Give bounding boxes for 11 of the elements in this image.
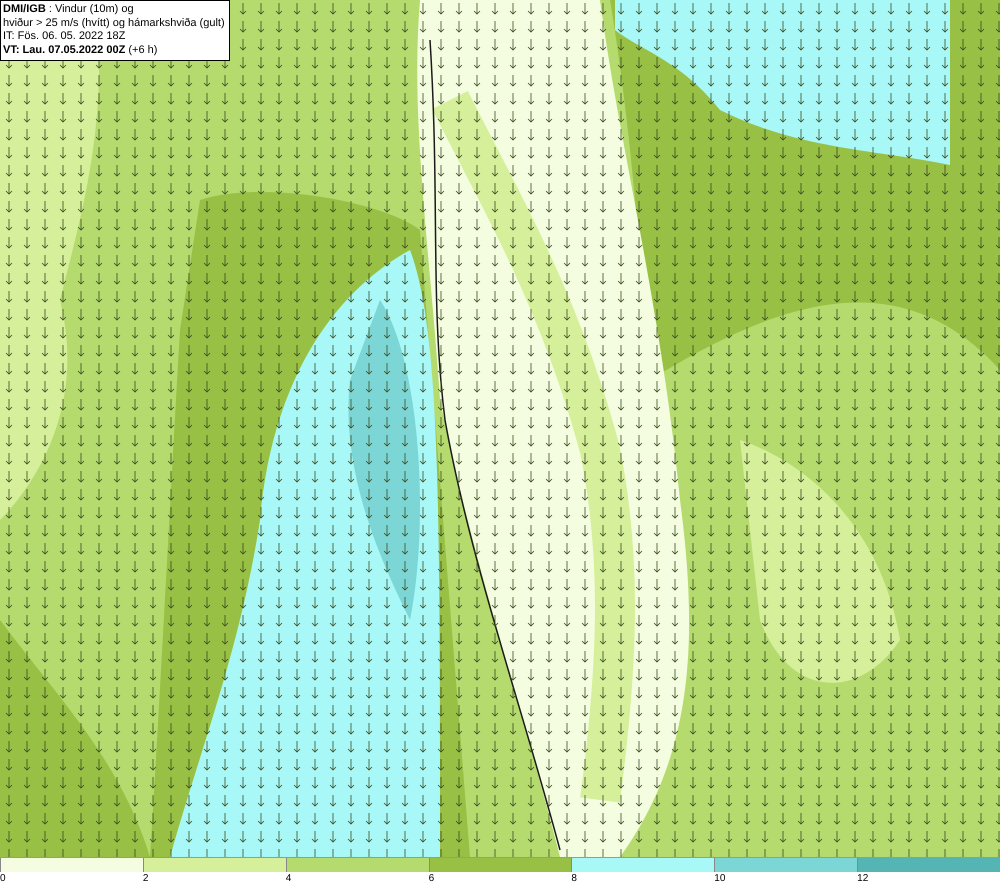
- legend-tick-label: 0: [0, 872, 6, 886]
- legend-tick-label: 10: [714, 872, 726, 886]
- legend-tick-label: 2: [142, 872, 148, 886]
- title-line: IT: Fös. 06. 05. 2022 18Z: [3, 30, 126, 44]
- legend-tick-label: 8: [571, 872, 577, 886]
- legend-tick-label: 4: [286, 872, 292, 886]
- title-line: VT: Lau. 07.05.2022 00Z (+6 h): [3, 44, 158, 57]
- legend-tick-label: 12: [857, 872, 868, 886]
- title-line: DMI/IGB : Vindur (10m) og: [3, 3, 135, 16]
- legend-tick-label: 6: [428, 872, 434, 886]
- title-line: hviður > 25 m/s (hvítt) og hámarkshviða (gult): [3, 16, 225, 30]
